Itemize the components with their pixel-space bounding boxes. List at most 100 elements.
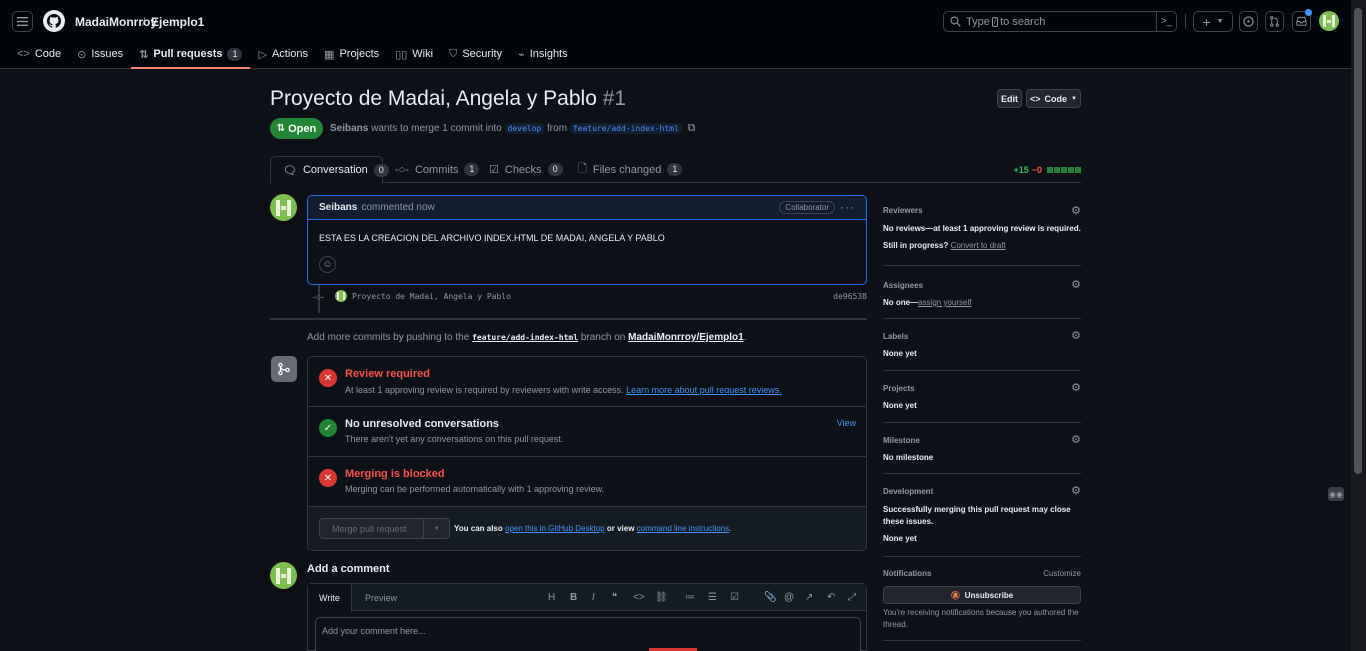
review-required-title: Review required xyxy=(345,368,430,380)
comment-author[interactable]: Seibans xyxy=(319,202,357,213)
edit-button[interactable]: Edit xyxy=(997,89,1022,108)
commit-author-avatar[interactable] xyxy=(335,290,347,302)
nav-code[interactable]: <> Code xyxy=(9,42,69,66)
chevron-down-icon: ▼ xyxy=(1071,95,1077,102)
gear-icon[interactable]: ⚙ xyxy=(1071,329,1081,342)
kebab-menu-icon[interactable]: ··· xyxy=(840,200,855,214)
tab-write[interactable]: Write xyxy=(308,584,352,612)
chevron-down-icon[interactable]: ▼ xyxy=(423,519,449,538)
attach-icon[interactable]: 📎 xyxy=(764,592,776,603)
nav-issues[interactable]: ⊙ Issues xyxy=(69,42,131,66)
search-input[interactable]: Type / to search >_ xyxy=(943,11,1177,32)
sidebar-milestone: Milestone ⚙ No milestone xyxy=(883,423,1081,474)
no-one: No one— xyxy=(883,298,919,307)
nav-wiki-label: Wiki xyxy=(412,48,434,60)
nav-actions[interactable]: ▷ Actions xyxy=(250,42,316,66)
cli-instructions-link[interactable]: command line instructions xyxy=(637,524,729,533)
merge-alternatives: You can also open this in GitHub Desktop… xyxy=(454,524,731,533)
commit-icon: -○- xyxy=(313,292,325,302)
gear-icon[interactable]: ⚙ xyxy=(1071,433,1081,446)
tab-files-changed[interactable]: 🗋 Files changed 1 xyxy=(566,156,694,183)
unordered-list-icon[interactable]: ☰ xyxy=(708,592,717,603)
check-circle-icon: ✓ xyxy=(319,419,337,437)
commit-row: -○- Proyecto de Madai, Angela y Pablo de… xyxy=(307,290,867,306)
bold-icon[interactable]: B xyxy=(570,592,577,603)
nav-pull-requests[interactable]: ⇅ Pull requests 1 xyxy=(131,42,251,69)
pr-author-link[interactable]: Seibans xyxy=(330,123,368,134)
graph-icon: ⌁ xyxy=(518,48,525,61)
gear-icon[interactable]: ⚙ xyxy=(1071,204,1081,217)
gear-icon[interactable]: ⚙ xyxy=(1071,381,1081,394)
undo-icon[interactable]: ↶ xyxy=(827,592,835,603)
inbox-icon[interactable] xyxy=(1292,9,1312,32)
comment-timestamp[interactable]: commented now xyxy=(361,202,434,213)
merge-pull-request-button[interactable]: Merge pull request ▼ xyxy=(319,518,450,539)
heading-icon[interactable]: H xyxy=(548,592,555,603)
tab-preview[interactable]: Preview xyxy=(354,584,408,612)
issues-icon[interactable] xyxy=(1239,11,1258,32)
search-icon xyxy=(950,16,961,27)
code-dropdown-button[interactable]: <> Code ▼ xyxy=(1026,89,1081,108)
nav-wiki[interactable]: ▯▯ Wiki xyxy=(387,42,441,66)
customize-link[interactable]: Customize xyxy=(1043,569,1081,578)
still-in-progress: Still in progress? xyxy=(883,241,949,250)
gear-icon[interactable]: ⚙ xyxy=(1071,278,1081,291)
italic-icon[interactable]: I xyxy=(592,592,595,603)
command-palette-icon[interactable]: >_ xyxy=(1156,12,1176,31)
pr-description-comment: Seibans commented now Collaborator ··· E… xyxy=(307,195,867,285)
nav-projects-label: Projects xyxy=(339,48,380,60)
reviewers-progress: Still in progress? Convert to draft xyxy=(883,241,1006,250)
comment-editor: Write Preview H B I ❝ <> ⛓ ≔ ☰ ☑ 📎 @ ↗ ↶… xyxy=(307,583,867,651)
push-hint-branch[interactable]: feature/add-index-html xyxy=(472,333,578,342)
comment-textarea[interactable]: Add your comment here... xyxy=(315,617,861,651)
quote-icon[interactable]: ❝ xyxy=(612,592,617,603)
sidebar-assignees: Assignees ⚙ No one—assign yourself xyxy=(883,266,1081,319)
create-new-button[interactable]: + ▼ xyxy=(1193,11,1233,32)
convert-to-draft-link[interactable]: Convert to draft xyxy=(951,241,1006,250)
copilot-icon[interactable]: ◉◉ xyxy=(1328,487,1344,501)
copy-icon[interactable]: ⧉ xyxy=(688,122,696,134)
pr-meta: Seibans wants to merge 1 commit into dev… xyxy=(330,122,695,135)
nav-security[interactable]: ⛉ Security xyxy=(441,42,510,66)
github-logo-icon[interactable] xyxy=(43,10,65,32)
current-user-avatar[interactable] xyxy=(270,562,297,589)
review-learn-more-link[interactable]: Learn more about pull request reviews. xyxy=(626,385,782,395)
nav-insights[interactable]: ⌁ Insights xyxy=(510,42,576,66)
commit-message[interactable]: Proyecto de Madai, Angela y Pablo xyxy=(352,292,511,301)
breadcrumb-repo[interactable]: Ejemplo1 xyxy=(151,15,204,29)
unsubscribe-button[interactable]: 🔕 Unsubscribe xyxy=(883,586,1081,604)
scrollbar-thumb[interactable] xyxy=(1354,8,1362,474)
mention-icon[interactable]: @ xyxy=(784,592,794,603)
code-icon[interactable]: <> xyxy=(633,592,645,603)
conversations-view-link[interactable]: View xyxy=(837,418,856,428)
link-icon[interactable]: ⛓ xyxy=(655,592,668,603)
code-dropdown-label: Code xyxy=(1044,93,1068,104)
gear-icon[interactable]: ⚙ xyxy=(1071,484,1081,497)
tab-checks[interactable]: ☑ Checks 0 xyxy=(477,156,575,183)
editor-tabs: Write Preview H B I ❝ <> ⛓ ≔ ☰ ☑ 📎 @ ↗ ↶… xyxy=(308,584,866,612)
comment-author-avatar[interactable] xyxy=(270,194,297,221)
ordered-list-icon[interactable]: ≔ xyxy=(685,592,695,603)
task-list-icon[interactable]: ☑ xyxy=(730,592,739,603)
pull-requests-icon[interactable] xyxy=(1265,11,1284,32)
head-branch[interactable]: feature/add-index-html xyxy=(569,123,682,134)
commit-sha[interactable]: de96538 xyxy=(833,292,867,301)
open-desktop-link[interactable]: open this in GitHub Desktop xyxy=(505,524,605,533)
nav-projects[interactable]: ▦ Projects xyxy=(316,42,387,66)
sidebar-reviewers: Reviewers ⚙ No reviews—at least 1 approv… xyxy=(883,200,1081,266)
repo-nav: <> Code ⊙ Issues ⇅ Pull requests 1 ▷ Act… xyxy=(0,42,576,69)
tab-commits[interactable]: -○- Commits 1 xyxy=(383,156,491,183)
nav-issues-label: Issues xyxy=(91,48,124,60)
assignees-label: Assignees xyxy=(883,281,924,290)
search-shortcut-key: / xyxy=(991,16,999,27)
reaction-smiley-icon[interactable]: ☺ xyxy=(319,256,336,273)
base-branch[interactable]: develop xyxy=(504,123,545,134)
assign-yourself-link[interactable]: assign yourself xyxy=(918,298,971,307)
reference-icon[interactable]: ↗ xyxy=(805,592,813,603)
user-avatar[interactable] xyxy=(1319,11,1339,31)
fullscreen-icon[interactable]: ⤢ xyxy=(848,592,856,603)
menu-icon[interactable] xyxy=(12,11,33,32)
tab-conversation[interactable]: 🗨 Conversation 0 xyxy=(270,156,389,184)
merge-box: ✕ Review required At least 1 approving r… xyxy=(307,356,867,551)
push-hint-repo[interactable]: MadaiMonrroy/Ejemplo1 xyxy=(628,332,744,343)
